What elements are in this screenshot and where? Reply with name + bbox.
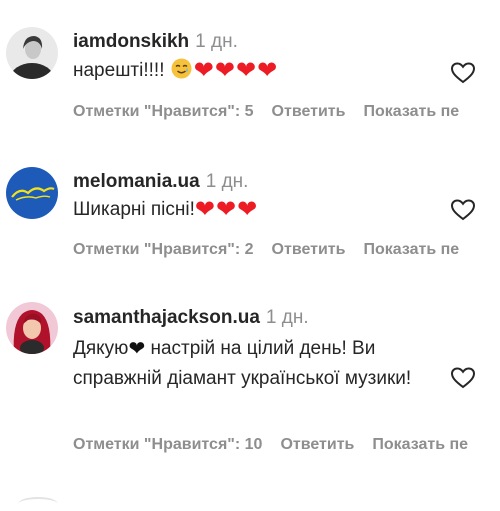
likes-count-link[interactable]: Отметки "Нравится": 2 bbox=[73, 241, 254, 258]
likes-count-link[interactable]: Отметки "Нравится": 5 bbox=[73, 103, 254, 120]
comment-actions: Отметки "Нравится": 2 Ответить Показать пе bbox=[73, 240, 477, 260]
red-heart-icons: ❤❤❤❤ bbox=[193, 57, 279, 84]
comment-text: Дякую❤ настрій на цілий день! Ви справжн… bbox=[73, 334, 433, 393]
comment-header: melomania.ua 1 дн. bbox=[73, 170, 248, 194]
timestamp[interactable]: 1 дн. bbox=[206, 171, 249, 192]
timestamp[interactable]: 1 дн. bbox=[266, 307, 309, 328]
avatar[interactable] bbox=[6, 167, 58, 219]
red-heart-icons: ❤❤❤ bbox=[194, 196, 259, 223]
comment-header: iamdonskikh 1 дн. bbox=[73, 30, 238, 54]
next-comment-avatar bbox=[18, 497, 58, 511]
comment-text-content: Дякую bbox=[73, 338, 129, 359]
black-heart-icon: ❤ bbox=[128, 338, 146, 360]
avatar[interactable] bbox=[6, 27, 58, 79]
avatar-image bbox=[6, 27, 58, 79]
comment-actions: Отметки "Нравится": 5 Ответить Показать пе bbox=[73, 102, 477, 122]
avatar[interactable] bbox=[6, 302, 58, 354]
reply-button[interactable]: Ответить bbox=[280, 436, 354, 453]
melomania-logo-avatar bbox=[6, 167, 58, 219]
reply-button[interactable]: Ответить bbox=[272, 241, 346, 258]
reply-button[interactable]: Ответить bbox=[272, 103, 346, 120]
comment-header: samanthajackson.ua 1 дн. bbox=[73, 306, 309, 330]
comment-text-content: Шикарні пісні! bbox=[73, 199, 195, 220]
comment-actions: Отметки "Нравится": 10 Ответить Показать п… bbox=[73, 435, 486, 455]
show-translation-button[interactable]: Показать пе bbox=[363, 103, 459, 120]
timestamp[interactable]: 1 дн. bbox=[195, 31, 238, 52]
comment-text-content: нарешті!!!! bbox=[73, 60, 170, 81]
comment-text: Шикарні пісні!❤❤❤ bbox=[73, 195, 433, 224]
smiling-face-with-tear-icon bbox=[171, 58, 192, 79]
username[interactable]: iamdonskikh bbox=[73, 31, 189, 52]
heart-like-icon[interactable] bbox=[450, 61, 476, 85]
username[interactable]: melomania.ua bbox=[73, 171, 200, 192]
heart-like-icon[interactable] bbox=[450, 198, 476, 222]
likes-count-link[interactable]: Отметки "Нравится": 10 bbox=[73, 436, 262, 453]
comment-text: нарешті!!!! ❤❤❤❤ bbox=[73, 56, 433, 85]
heart-like-icon[interactable] bbox=[450, 366, 476, 390]
show-translation-button[interactable]: Показать пе bbox=[372, 436, 468, 453]
avatar-image bbox=[6, 302, 58, 354]
username[interactable]: samanthajackson.ua bbox=[73, 307, 260, 328]
show-translation-button[interactable]: Показать пе bbox=[363, 241, 459, 258]
